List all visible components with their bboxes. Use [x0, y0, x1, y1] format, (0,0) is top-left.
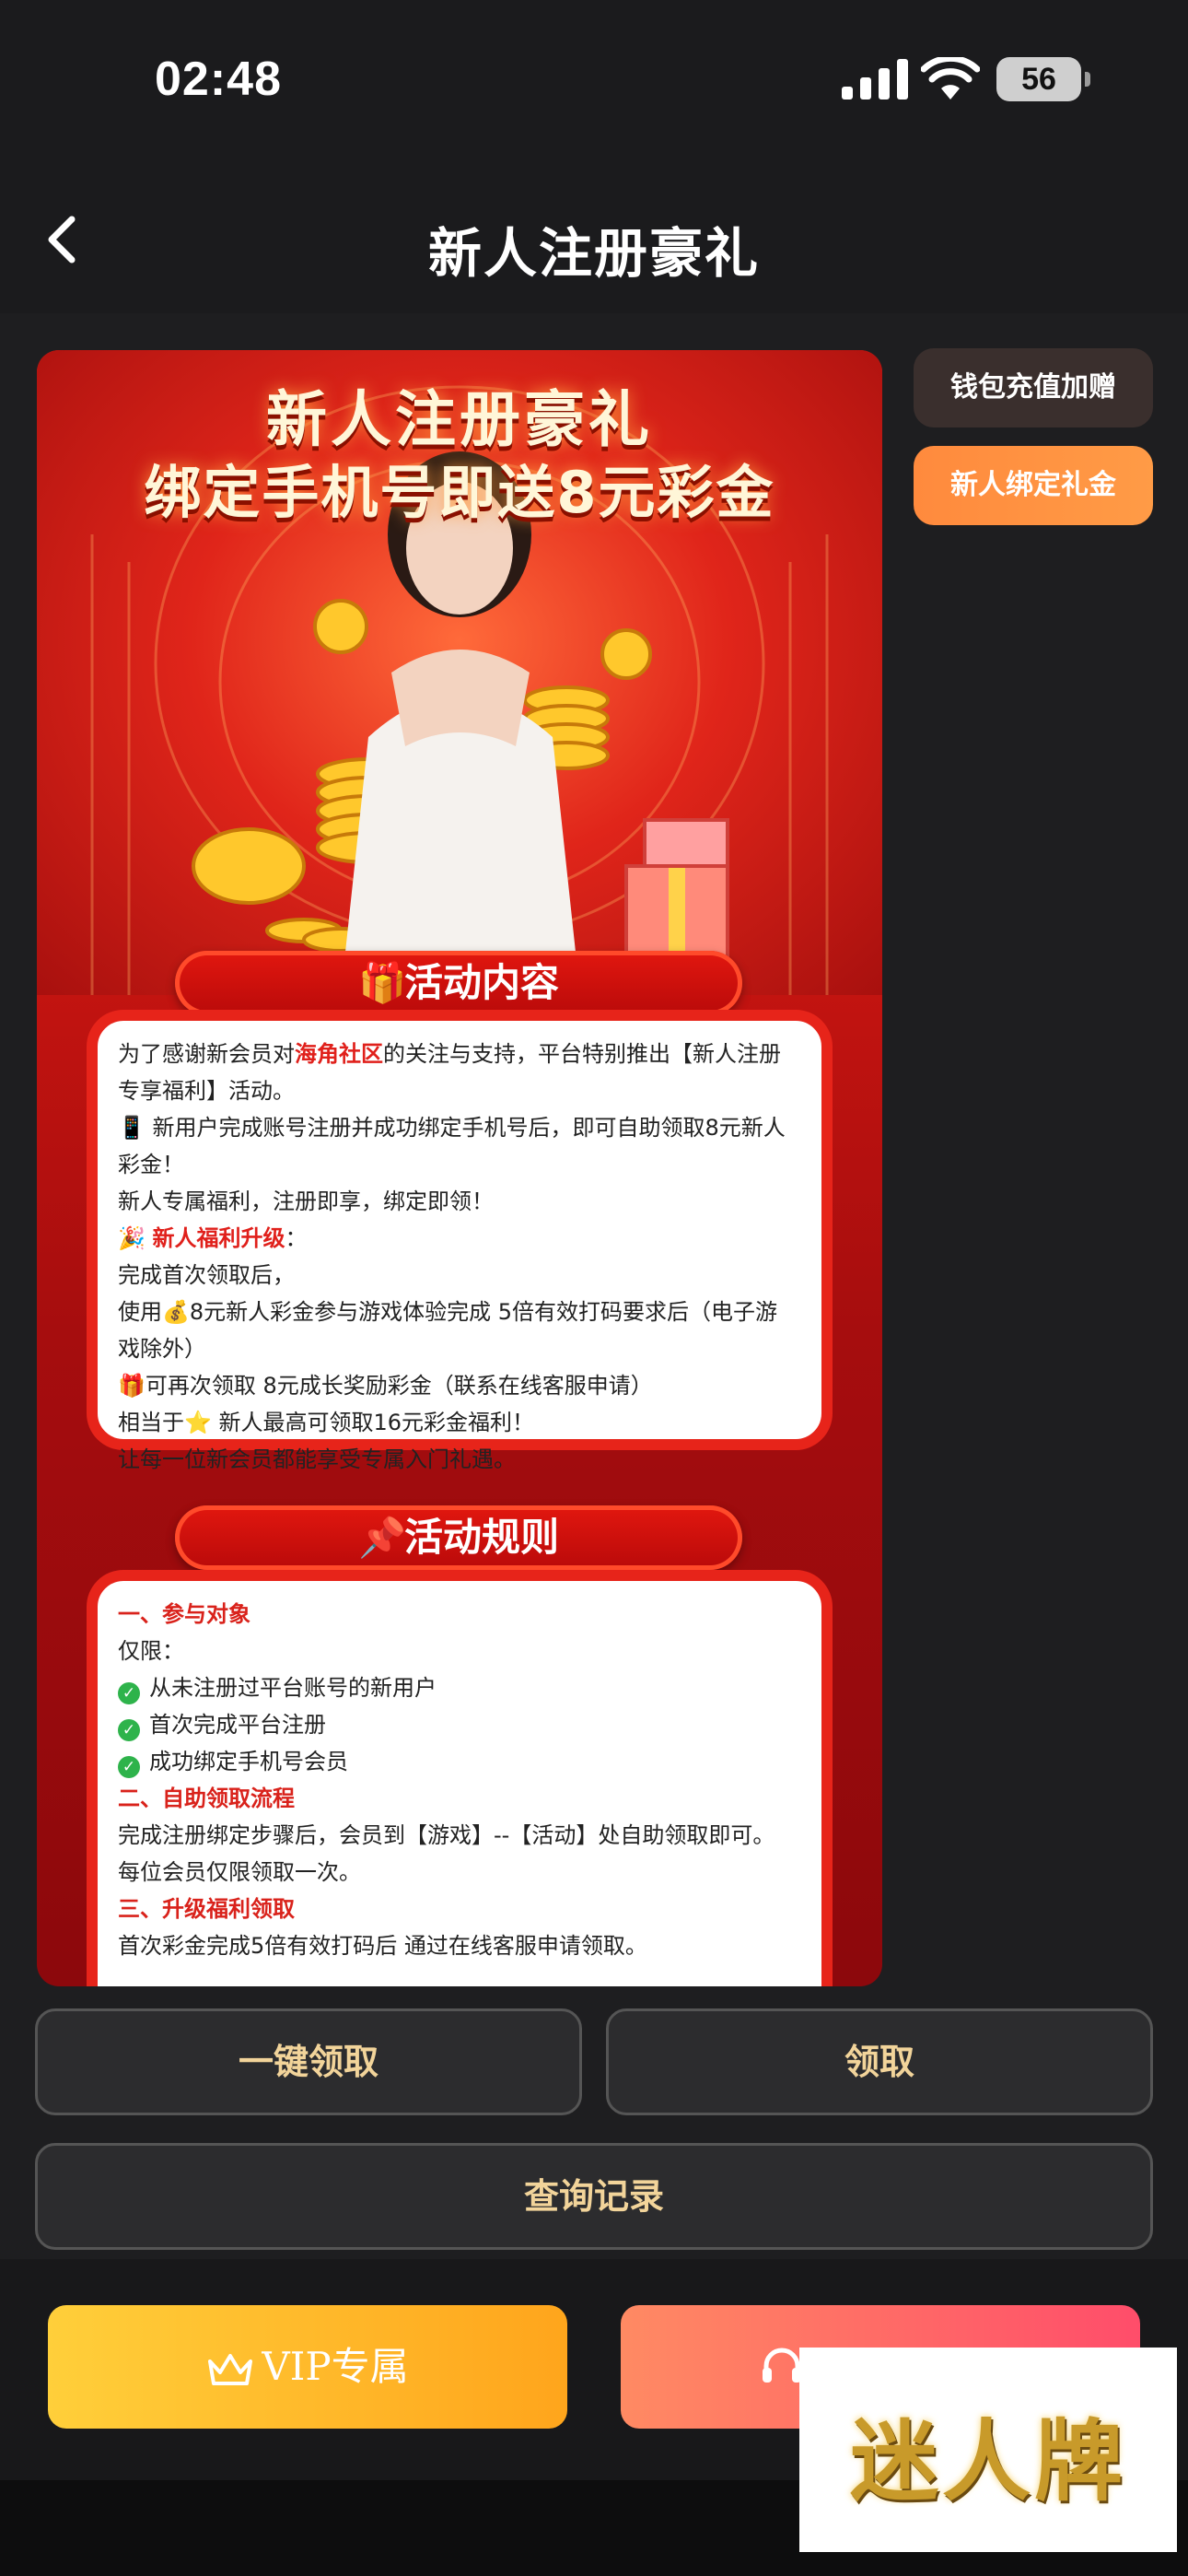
rules-card: 一、参与对象 仅限： ✓ 从未注册过平台账号的新用户 ✓ 首次完成平台注册 ✓ 成功绑… [87, 1570, 833, 1986]
activity-line: 使用💰8元新人彩金参与游戏体验完成 5倍有效打码要求后（电子游 [118, 1299, 778, 1325]
vip-exclusive-button[interactable]: VIP专属 [48, 2305, 567, 2429]
status-time: 02:48 [155, 53, 282, 106]
crown-icon [208, 2354, 253, 2385]
rules-section-title: 一、参与对象 [118, 1601, 250, 1627]
watermark-logo: 迷人牌 [799, 2348, 1177, 2552]
activity-line: 戏除外） [118, 1336, 206, 1362]
activity-line: 完成首次领取后， [118, 1262, 295, 1288]
rules-section-title: 二、自助领取流程 [118, 1786, 295, 1811]
rules-line: 仅限： [118, 1638, 184, 1664]
pushpin-icon: 📌 [357, 1515, 407, 1560]
query-records-button[interactable]: 查询记录 [35, 2143, 1153, 2250]
activity-header-label: 活动内容 [403, 960, 559, 1005]
activity-line: 专享福利】活动。 [118, 1078, 295, 1104]
activity-line: 相当于⭐ 新人最高可领取16元彩金福利！ [118, 1410, 535, 1435]
nav-bar: 新人注册豪礼 [0, 157, 1188, 313]
side-tab-wallet-recharge[interactable]: 钱包充值加赠 [914, 348, 1153, 427]
rules-header-label: 活动规则 [403, 1515, 559, 1560]
rules-check-item: ✓ 首次完成平台注册 [118, 1706, 801, 1743]
page-title: 新人注册豪礼 [427, 222, 760, 285]
rules-line: 首次彩金完成5倍有效打码后 通过在线客服申请领取。 [118, 1933, 647, 1959]
banner-subtitle: 绑定手机号即送8元彩金 [144, 459, 775, 526]
rules-check-item: ✓ 从未注册过平台账号的新用户 [118, 1669, 801, 1706]
check-icon: ✓ [118, 1719, 140, 1741]
check-icon: ✓ [118, 1682, 140, 1704]
party-icon: 🎉 [118, 1225, 146, 1251]
rules-header: 📌活动规则 [175, 1505, 742, 1570]
side-tab-new-user-bind-bonus[interactable]: 新人绑定礼金 [914, 446, 1153, 525]
gift-icon: 🎁 [357, 960, 407, 1005]
hero-artwork: 新人注册豪礼 绑定手机号即送8元彩金 [37, 350, 882, 995]
activity-upgrade-line: 🎉 新人福利升级： [118, 1225, 308, 1251]
rules-section-title: 三、升级福利领取 [118, 1896, 295, 1922]
rules-line: 每位会员仅限领取一次。 [118, 1859, 361, 1885]
check-icon: ✓ [118, 1756, 140, 1778]
battery-icon: 56 [996, 57, 1090, 101]
activity-line: 为了感谢新会员对海角社区的关注与支持，平台特别推出【新人注册 [118, 1041, 781, 1067]
wifi-icon [921, 57, 980, 100]
one-click-claim-button[interactable]: 一键领取 [35, 2008, 582, 2115]
promo-banner: 新人注册豪礼 绑定手机号即送8元彩金 🎁活动内容 为了感谢新会员对海角社区的关注… [37, 350, 882, 1986]
activity-line: 让每一位新会员都能享受专属入门礼遇。 [118, 1446, 516, 1472]
activity-header: 🎁活动内容 [175, 951, 742, 1015]
cellular-signal-icon [842, 59, 908, 100]
activity-line: 新人专属福利，注册即享，绑定即领！ [118, 1188, 494, 1214]
activity-line: 📱 新用户完成账号注册并成功绑定手机号后，即可自助领取8元新人 [118, 1115, 786, 1141]
status-bar: 02:48 56 [0, 0, 1188, 157]
battery-level: 56 [1021, 62, 1056, 97]
community-name: 海角社区 [295, 1041, 383, 1067]
activity-line: 彩金！ [118, 1152, 184, 1177]
activity-line: 🎁可再次领取 8元成长奖励彩金（联系在线客服申请） [118, 1373, 653, 1399]
watermark-text: 迷人牌 [850, 2409, 1126, 2513]
claim-button[interactable]: 领取 [606, 2008, 1153, 2115]
headset-icon [763, 2348, 801, 2383]
rules-line: 完成注册绑定步骤后，会员到【游戏】--【活动】处自助领取即可。 [118, 1822, 775, 1848]
rules-check-item: ✓ 成功绑定手机号会员 [118, 1743, 801, 1780]
activity-content-card: 为了感谢新会员对海角社区的关注与支持，平台特别推出【新人注册 专享福利】活动。 … [87, 1010, 833, 1472]
vip-label: VIP专属 [262, 2344, 409, 2389]
